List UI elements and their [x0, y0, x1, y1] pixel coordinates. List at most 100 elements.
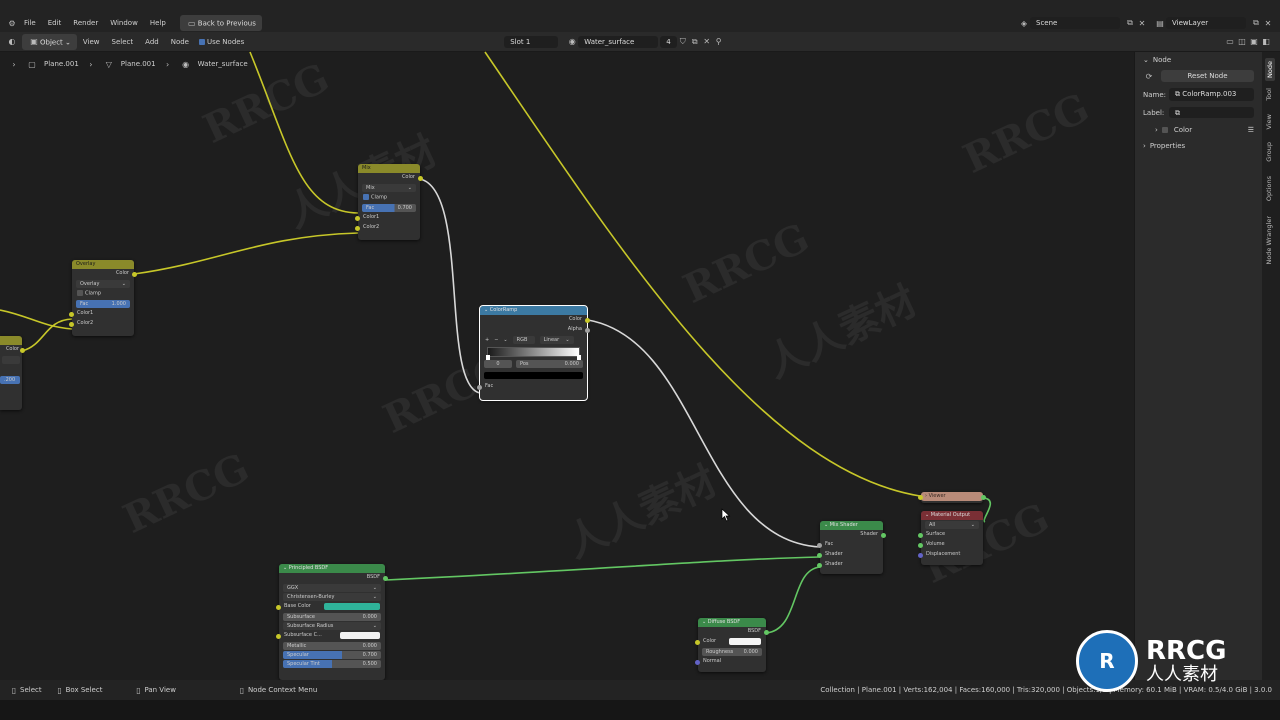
tab-tool[interactable]: Tool: [1265, 88, 1273, 101]
roughness-slider[interactable]: Roughness 0.000: [702, 648, 762, 656]
blend-mode-dropdown[interactable]: Overlay ⌄: [76, 280, 130, 288]
output-socket[interactable]: [981, 495, 986, 500]
mix-shader-node[interactable]: ⌄ Mix Shader Shader Fac Shader Shader: [817, 521, 886, 574]
remove-stop-icon[interactable]: −: [494, 337, 498, 343]
input-socket[interactable]: [69, 322, 74, 327]
partial-node[interactable]: Color .200: [0, 336, 25, 410]
principled-bsdf-node[interactable]: ⌄ Principled BSDF BSDF GGX ⌄ Christensen-…: [276, 564, 388, 680]
output-socket[interactable]: [20, 348, 25, 353]
name-label: Name:: [1143, 90, 1167, 99]
node-header[interactable]: › Viewer: [921, 492, 983, 501]
collapse-chevron-icon[interactable]: ⌄: [283, 565, 287, 571]
specular-tint-slider[interactable]: Specular Tint 0.500: [283, 660, 381, 668]
node-header[interactable]: ⌄ ColorRamp: [480, 306, 587, 315]
output-socket[interactable]: [418, 176, 423, 181]
clamp-checkbox[interactable]: Clamp: [72, 289, 134, 299]
color-section[interactable]: › Color ☰: [1135, 120, 1262, 138]
output-socket[interactable]: [383, 576, 388, 581]
reset-node-button[interactable]: Reset Node: [1161, 70, 1254, 82]
properties-section[interactable]: › Properties: [1135, 138, 1262, 154]
fac-slider[interactable]: Fac 0.700: [362, 204, 416, 212]
rrcg-badge-icon: R: [1076, 630, 1138, 692]
subsurface-color-swatch[interactable]: [340, 632, 380, 639]
add-stop-icon[interactable]: +: [485, 337, 489, 343]
input-socket[interactable]: [477, 385, 482, 390]
input-socket[interactable]: [918, 553, 923, 558]
chevron-down-icon[interactable]: ⌄: [503, 337, 507, 343]
node-header[interactable]: ⌄ Mix Shader: [820, 521, 883, 530]
node-icon: ⧉: [1175, 109, 1180, 117]
object-icon: ▢: [28, 59, 36, 69]
input-socket[interactable]: [69, 312, 74, 317]
node-header[interactable]: [0, 336, 22, 345]
list-icon[interactable]: ☰: [1248, 126, 1254, 134]
metallic-slider[interactable]: Metallic 0.000: [283, 642, 381, 650]
collapse-chevron-icon[interactable]: ⌄: [824, 522, 828, 528]
color-mode-dropdown[interactable]: RGB: [512, 336, 535, 344]
tab-group[interactable]: Group: [1265, 142, 1273, 162]
collapse-chevron-icon[interactable]: ⌄: [702, 619, 706, 625]
clamp-checkbox[interactable]: Clamp: [358, 193, 420, 203]
viewer-node[interactable]: › Viewer: [918, 492, 986, 503]
value-field[interactable]: .200: [0, 376, 20, 384]
breadcrumb-material[interactable]: Water_surface: [198, 60, 248, 68]
interpolation-dropdown[interactable]: Linear ⌄: [539, 336, 574, 344]
breadcrumb-object[interactable]: Plane.001: [44, 60, 79, 68]
stop-position-field[interactable]: Pos 0.000: [516, 360, 583, 368]
input-socket[interactable]: [276, 634, 281, 639]
input-socket[interactable]: [817, 543, 822, 548]
output-socket[interactable]: [585, 318, 590, 323]
stop-color-swatch[interactable]: [484, 372, 583, 379]
tab-node[interactable]: Node: [1265, 58, 1275, 81]
input-socket[interactable]: [817, 553, 822, 558]
output-socket[interactable]: [132, 272, 137, 277]
input-socket[interactable]: [918, 495, 923, 500]
output-socket[interactable]: [585, 328, 590, 333]
node-panel-header[interactable]: ⌄ Node: [1135, 52, 1262, 68]
tab-options[interactable]: Options: [1265, 176, 1273, 201]
input-socket[interactable]: [355, 216, 360, 221]
overlay-node[interactable]: Overlay Color Overlay ⌄ Clamp Fac 1.000 Co…: [69, 260, 137, 336]
node-name-value: ColorRamp.003: [1182, 90, 1237, 98]
input-socket[interactable]: [918, 533, 923, 538]
specular-slider[interactable]: Specular 0.700: [283, 651, 381, 659]
fac-slider[interactable]: Fac 1.000: [76, 300, 130, 308]
distribution-dropdown[interactable]: GGX ⌄: [283, 584, 381, 592]
subsurface-slider[interactable]: Subsurface 0.000: [283, 613, 381, 621]
dropdown[interactable]: [2, 356, 20, 364]
node-header[interactable]: ⌄ Diffuse BSDF: [698, 618, 766, 627]
blend-mode-dropdown[interactable]: Mix ⌄: [362, 184, 416, 192]
color-swatch[interactable]: [729, 638, 761, 645]
subsurface-method-dropdown[interactable]: Christensen-Burley ⌄: [283, 593, 381, 601]
collapse-chevron-icon[interactable]: ›: [925, 493, 927, 499]
material-output-node[interactable]: ⌄ Material Output All ⌄ Surface Volume Di…: [918, 511, 983, 565]
input-socket[interactable]: [918, 543, 923, 548]
breadcrumb-mesh[interactable]: Plane.001: [121, 60, 156, 68]
output-socket[interactable]: [764, 630, 769, 635]
input-socket[interactable]: [817, 563, 822, 568]
input-socket[interactable]: [276, 605, 281, 610]
node-header[interactable]: Mix: [358, 164, 420, 173]
input-socket[interactable]: [695, 660, 700, 665]
checkbox-unchecked-icon[interactable]: [1161, 127, 1168, 133]
node-header[interactable]: ⌄ Principled BSDF: [279, 564, 385, 573]
input-socket[interactable]: [355, 226, 360, 231]
node-name-field[interactable]: ⧉ ColorRamp.003: [1169, 88, 1254, 101]
colorramp-node[interactable]: ⌄ ColorRamp Color Alpha + − ⌄ RGB Linear…: [477, 305, 590, 401]
base-color-swatch[interactable]: [324, 603, 380, 610]
node-header[interactable]: Overlay: [72, 260, 134, 269]
collapse-chevron-icon[interactable]: ⌄: [925, 512, 929, 518]
diffuse-bsdf-node[interactable]: ⌄ Diffuse BSDF BSDF Color Roughness 0.000…: [695, 618, 769, 672]
tab-node-wrangler[interactable]: Node Wrangler: [1265, 216, 1273, 265]
stop-index-field[interactable]: 0: [484, 360, 512, 368]
target-dropdown[interactable]: All ⌄: [925, 521, 979, 529]
collapse-chevron-icon[interactable]: ⌄: [484, 307, 488, 313]
node-label-field[interactable]: ⧉: [1169, 107, 1254, 118]
input-socket[interactable]: [695, 640, 700, 645]
node-header[interactable]: ⌄ Material Output: [921, 511, 983, 520]
subsurface-radius-dropdown[interactable]: Subsurface Radius ⌄: [283, 622, 381, 630]
gradient-ramp[interactable]: [486, 347, 581, 360]
tab-view[interactable]: View: [1265, 114, 1273, 129]
output-socket[interactable]: [881, 533, 886, 538]
mix-node[interactable]: Mix Color Mix ⌄ Clamp Fac 0.700 Color1 Col…: [355, 164, 423, 240]
